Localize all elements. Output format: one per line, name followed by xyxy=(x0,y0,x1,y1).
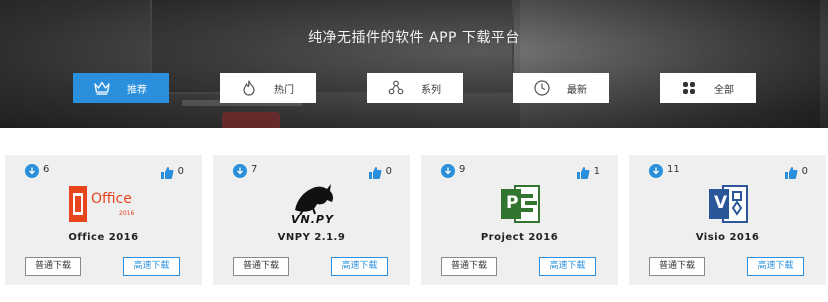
software-card-visio[interactable]: 11 0 V Visio 2016 普通下载 高速下载 xyxy=(629,155,826,285)
software-name: Visio 2016 xyxy=(695,232,760,243)
office-logo-year: 2016 xyxy=(119,210,135,217)
hero-background-cup xyxy=(222,112,280,128)
like-count: 0 xyxy=(385,166,392,177)
like-count: 0 xyxy=(801,166,808,177)
normal-download-button[interactable]: 普通下载 xyxy=(25,257,81,276)
office-logo-text: Office xyxy=(91,191,132,207)
thumbs-up-icon[interactable] xyxy=(368,165,382,179)
software-name: VNPY 2.1.9 xyxy=(277,232,346,243)
download-count: 6 xyxy=(43,164,50,175)
visio-logo: V xyxy=(689,180,767,228)
software-name: Office 2016 xyxy=(68,232,139,243)
download-count: 11 xyxy=(667,164,680,175)
project-logo-letter: P xyxy=(506,193,519,213)
normal-download-button[interactable]: 普通下载 xyxy=(441,257,497,276)
hero-title: 纯净无插件的软件 APP 下载平台 xyxy=(308,30,520,46)
visio-logo-letter: V xyxy=(714,193,728,213)
tab-all[interactable]: 全部 xyxy=(660,73,756,103)
tab-label: 系列 xyxy=(421,85,441,96)
normal-download-button[interactable]: 普通下载 xyxy=(233,257,289,276)
hero-banner: 纯净无插件的软件 APP 下载平台 推荐 热门 系列 最新 全部 xyxy=(0,0,828,128)
download-count-icon xyxy=(441,164,455,178)
vnpy-logo: VN.PY xyxy=(273,180,351,228)
fast-download-button[interactable]: 高速下载 xyxy=(123,257,180,276)
tab-label: 推荐 xyxy=(127,85,147,96)
hero-background-shade xyxy=(520,0,820,128)
fast-download-button[interactable]: 高速下载 xyxy=(539,257,596,276)
thumbs-up-icon[interactable] xyxy=(576,165,590,179)
tab-label: 全部 xyxy=(714,85,734,96)
download-count: 9 xyxy=(459,164,466,175)
tab-hot[interactable]: 热门 xyxy=(220,73,316,103)
like-count: 1 xyxy=(593,166,600,177)
project-logo: P xyxy=(481,180,559,228)
crown-icon xyxy=(93,79,111,97)
flame-icon xyxy=(240,79,258,97)
thumbs-up-icon[interactable] xyxy=(784,165,798,179)
series-nodes-icon xyxy=(387,79,405,97)
download-count: 7 xyxy=(251,164,258,175)
office-logo: Office 2016 xyxy=(65,180,143,228)
clock-icon xyxy=(533,79,551,97)
tab-label: 热门 xyxy=(274,85,294,96)
fast-download-button[interactable]: 高速下载 xyxy=(747,257,804,276)
tab-series[interactable]: 系列 xyxy=(367,73,463,103)
like-count: 0 xyxy=(177,166,184,177)
thumbs-up-icon[interactable] xyxy=(160,165,174,179)
software-card-vnpy[interactable]: 7 0 VN.PY VNPY 2.1.9 普通下载 高速下载 xyxy=(213,155,410,285)
download-count-icon xyxy=(25,164,39,178)
grid-icon xyxy=(680,79,698,97)
tab-label: 最新 xyxy=(567,85,587,96)
software-card-project[interactable]: 9 1 P Project 2016 普通下载 高速下载 xyxy=(421,155,618,285)
download-count-icon xyxy=(649,164,663,178)
tab-latest[interactable]: 最新 xyxy=(513,73,609,103)
vnpy-logo-text: VN.PY xyxy=(291,213,334,226)
fast-download-button[interactable]: 高速下载 xyxy=(331,257,388,276)
tab-recommended[interactable]: 推荐 xyxy=(73,73,169,103)
software-card-office[interactable]: 6 0 Office 2016 Office 2016 普通下载 高速下载 xyxy=(5,155,202,285)
download-count-icon xyxy=(233,164,247,178)
software-name: Project 2016 xyxy=(480,232,559,243)
software-card-grid: 6 0 Office 2016 Office 2016 普通下载 高速下载 7 … xyxy=(0,128,828,302)
normal-download-button[interactable]: 普通下载 xyxy=(649,257,705,276)
